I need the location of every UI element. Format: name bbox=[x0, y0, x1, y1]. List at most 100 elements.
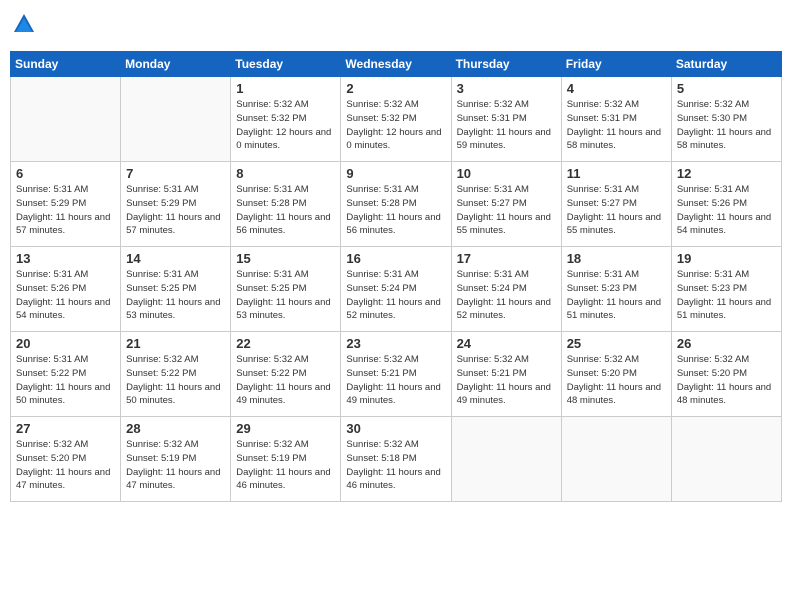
day-number: 1 bbox=[236, 81, 335, 96]
day-number: 21 bbox=[126, 336, 225, 351]
logo bbox=[10, 10, 42, 43]
calendar-cell bbox=[561, 417, 671, 502]
day-number: 5 bbox=[677, 81, 776, 96]
day-info: Sunrise: 5:31 AM Sunset: 5:29 PM Dayligh… bbox=[126, 183, 225, 238]
day-number: 16 bbox=[346, 251, 445, 266]
calendar-cell bbox=[121, 77, 231, 162]
day-header-thursday: Thursday bbox=[451, 52, 561, 77]
calendar-cell: 16Sunrise: 5:31 AM Sunset: 5:24 PM Dayli… bbox=[341, 247, 451, 332]
day-number: 18 bbox=[567, 251, 666, 266]
calendar-cell: 24 Sunrise: 5:32 AM Sunset: 5:21 PM Dayli… bbox=[451, 332, 561, 417]
calendar-cell: 22 Sunrise: 5:32 AM Sunset: 5:22 PM Dayli… bbox=[231, 332, 341, 417]
calendar-cell: 27Sunrise: 5:32 AM Sunset: 5:20 PM Dayli… bbox=[11, 417, 121, 502]
day-number: 27 bbox=[16, 421, 115, 436]
calendar-cell: 30 Sunrise: 5:32 AM Sunset: 5:18 PM Dayli… bbox=[341, 417, 451, 502]
calendar-cell: 29 Sunrise: 5:32 AM Sunset: 5:19 PM Dayli… bbox=[231, 417, 341, 502]
day-info: Sunrise: 5:32 AM Sunset: 5:18 PM Dayligh… bbox=[346, 438, 445, 493]
calendar-cell: 28 Sunrise: 5:32 AM Sunset: 5:19 PM Dayli… bbox=[121, 417, 231, 502]
day-info: Sunrise: 5:31 AM Sunset: 5:28 PM Dayligh… bbox=[346, 183, 445, 238]
day-number: 2 bbox=[346, 81, 445, 96]
calendar-cell: 20 Sunrise: 5:31 AM Sunset: 5:22 PM Dayli… bbox=[11, 332, 121, 417]
logo-icon bbox=[10, 10, 38, 43]
day-info: Sunrise: 5:32 AM Sunset: 5:21 PM Dayligh… bbox=[346, 353, 445, 408]
calendar-cell: 13 Sunrise: 5:31 AM Sunset: 5:26 PM Dayli… bbox=[11, 247, 121, 332]
day-number: 20 bbox=[16, 336, 115, 351]
day-number: 15 bbox=[236, 251, 335, 266]
day-number: 25 bbox=[567, 336, 666, 351]
calendar-cell: 11Sunrise: 5:31 AM Sunset: 5:27 PM Dayli… bbox=[561, 162, 671, 247]
day-number: 22 bbox=[236, 336, 335, 351]
day-info: Sunrise: 5:31 AM Sunset: 5:28 PM Dayligh… bbox=[236, 183, 335, 238]
day-info: Sunrise: 5:31 AM Sunset: 5:26 PM Dayligh… bbox=[677, 183, 776, 238]
day-header-sunday: Sunday bbox=[11, 52, 121, 77]
calendar-cell: 12 Sunrise: 5:31 AM Sunset: 5:26 PM Dayli… bbox=[671, 162, 781, 247]
day-info: Sunrise: 5:31 AM Sunset: 5:25 PM Dayligh… bbox=[236, 268, 335, 323]
day-number: 13 bbox=[16, 251, 115, 266]
day-number: 4 bbox=[567, 81, 666, 96]
calendar-cell: 14 Sunrise: 5:31 AM Sunset: 5:25 PM Dayli… bbox=[121, 247, 231, 332]
calendar-cell: 15 Sunrise: 5:31 AM Sunset: 5:25 PM Dayli… bbox=[231, 247, 341, 332]
week-row-5: 27Sunrise: 5:32 AM Sunset: 5:20 PM Dayli… bbox=[11, 417, 782, 502]
calendar-cell: 21 Sunrise: 5:32 AM Sunset: 5:22 PM Dayli… bbox=[121, 332, 231, 417]
day-info: Sunrise: 5:32 AM Sunset: 5:19 PM Dayligh… bbox=[236, 438, 335, 493]
day-info: Sunrise: 5:32 AM Sunset: 5:31 PM Dayligh… bbox=[457, 98, 556, 153]
day-info: Sunrise: 5:31 AM Sunset: 5:29 PM Dayligh… bbox=[16, 183, 115, 238]
day-info: Sunrise: 5:32 AM Sunset: 5:20 PM Dayligh… bbox=[677, 353, 776, 408]
calendar-cell: 26Sunrise: 5:32 AM Sunset: 5:20 PM Dayli… bbox=[671, 332, 781, 417]
day-info: Sunrise: 5:32 AM Sunset: 5:19 PM Dayligh… bbox=[126, 438, 225, 493]
day-info: Sunrise: 5:31 AM Sunset: 5:23 PM Dayligh… bbox=[567, 268, 666, 323]
header bbox=[10, 10, 782, 43]
calendar-cell: 19 Sunrise: 5:31 AM Sunset: 5:23 PM Dayli… bbox=[671, 247, 781, 332]
day-info: Sunrise: 5:32 AM Sunset: 5:22 PM Dayligh… bbox=[126, 353, 225, 408]
day-number: 19 bbox=[677, 251, 776, 266]
calendar-cell: 25 Sunrise: 5:32 AM Sunset: 5:20 PM Dayli… bbox=[561, 332, 671, 417]
day-info: Sunrise: 5:32 AM Sunset: 5:21 PM Dayligh… bbox=[457, 353, 556, 408]
day-info: Sunrise: 5:32 AM Sunset: 5:32 PM Dayligh… bbox=[236, 98, 335, 153]
week-row-2: 6 Sunrise: 5:31 AM Sunset: 5:29 PM Daylig… bbox=[11, 162, 782, 247]
day-number: 12 bbox=[677, 166, 776, 181]
day-number: 10 bbox=[457, 166, 556, 181]
calendar-cell: 3 Sunrise: 5:32 AM Sunset: 5:31 PM Daylig… bbox=[451, 77, 561, 162]
day-info: Sunrise: 5:31 AM Sunset: 5:25 PM Dayligh… bbox=[126, 268, 225, 323]
calendar: SundayMondayTuesdayWednesdayThursdayFrid… bbox=[10, 51, 782, 502]
calendar-cell: 8 Sunrise: 5:31 AM Sunset: 5:28 PM Daylig… bbox=[231, 162, 341, 247]
day-info: Sunrise: 5:32 AM Sunset: 5:31 PM Dayligh… bbox=[567, 98, 666, 153]
calendar-cell bbox=[671, 417, 781, 502]
week-row-1: 1 Sunrise: 5:32 AM Sunset: 5:32 PM Daylig… bbox=[11, 77, 782, 162]
day-info: Sunrise: 5:32 AM Sunset: 5:30 PM Dayligh… bbox=[677, 98, 776, 153]
week-row-3: 13 Sunrise: 5:31 AM Sunset: 5:26 PM Dayli… bbox=[11, 247, 782, 332]
day-info: Sunrise: 5:31 AM Sunset: 5:27 PM Dayligh… bbox=[457, 183, 556, 238]
calendar-cell: 18 Sunrise: 5:31 AM Sunset: 5:23 PM Dayli… bbox=[561, 247, 671, 332]
calendar-cell bbox=[451, 417, 561, 502]
calendar-cell: 6 Sunrise: 5:31 AM Sunset: 5:29 PM Daylig… bbox=[11, 162, 121, 247]
day-number: 14 bbox=[126, 251, 225, 266]
day-number: 3 bbox=[457, 81, 556, 96]
calendar-cell: 1 Sunrise: 5:32 AM Sunset: 5:32 PM Daylig… bbox=[231, 77, 341, 162]
day-info: Sunrise: 5:32 AM Sunset: 5:20 PM Dayligh… bbox=[567, 353, 666, 408]
day-info: Sunrise: 5:31 AM Sunset: 5:26 PM Dayligh… bbox=[16, 268, 115, 323]
day-number: 9 bbox=[346, 166, 445, 181]
day-number: 17 bbox=[457, 251, 556, 266]
day-info: Sunrise: 5:31 AM Sunset: 5:27 PM Dayligh… bbox=[567, 183, 666, 238]
day-number: 24 bbox=[457, 336, 556, 351]
day-info: Sunrise: 5:31 AM Sunset: 5:22 PM Dayligh… bbox=[16, 353, 115, 408]
day-header-tuesday: Tuesday bbox=[231, 52, 341, 77]
day-info: Sunrise: 5:31 AM Sunset: 5:24 PM Dayligh… bbox=[457, 268, 556, 323]
calendar-cell: 2 Sunrise: 5:32 AM Sunset: 5:32 PM Daylig… bbox=[341, 77, 451, 162]
day-number: 29 bbox=[236, 421, 335, 436]
day-header-monday: Monday bbox=[121, 52, 231, 77]
calendar-cell: 23Sunrise: 5:32 AM Sunset: 5:21 PM Dayli… bbox=[341, 332, 451, 417]
calendar-cell: 4 Sunrise: 5:32 AM Sunset: 5:31 PM Daylig… bbox=[561, 77, 671, 162]
day-number: 6 bbox=[16, 166, 115, 181]
day-number: 30 bbox=[346, 421, 445, 436]
day-info: Sunrise: 5:32 AM Sunset: 5:32 PM Dayligh… bbox=[346, 98, 445, 153]
day-header-friday: Friday bbox=[561, 52, 671, 77]
day-number: 28 bbox=[126, 421, 225, 436]
day-number: 8 bbox=[236, 166, 335, 181]
day-number: 7 bbox=[126, 166, 225, 181]
calendar-cell: 9 Sunrise: 5:31 AM Sunset: 5:28 PM Daylig… bbox=[341, 162, 451, 247]
week-row-4: 20 Sunrise: 5:31 AM Sunset: 5:22 PM Dayli… bbox=[11, 332, 782, 417]
calendar-cell: 17 Sunrise: 5:31 AM Sunset: 5:24 PM Dayli… bbox=[451, 247, 561, 332]
day-info: Sunrise: 5:31 AM Sunset: 5:23 PM Dayligh… bbox=[677, 268, 776, 323]
day-info: Sunrise: 5:32 AM Sunset: 5:22 PM Dayligh… bbox=[236, 353, 335, 408]
